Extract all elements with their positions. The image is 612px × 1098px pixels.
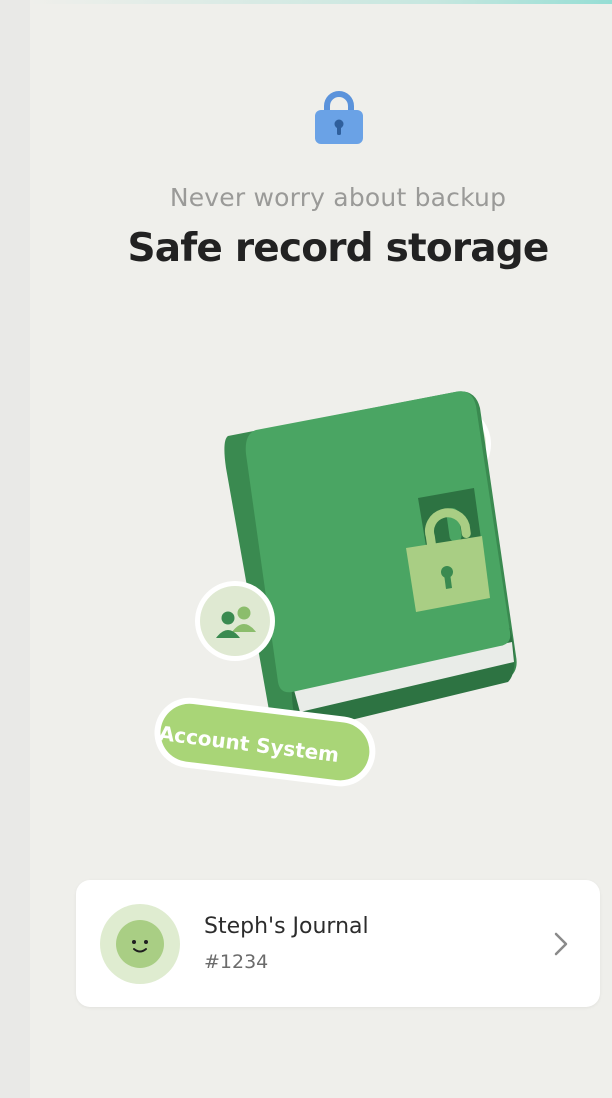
subtitle: Never worry about backup — [169, 183, 507, 212]
page-title: Safe record storage — [127, 226, 549, 271]
people-bubble-left — [195, 581, 275, 661]
journal-card[interactable]: Steph's Journal #1234 — [76, 880, 600, 1007]
left-background-strip — [0, 0, 30, 1098]
journal-name: Steph's Journal — [204, 914, 369, 939]
top-edge-glow — [30, 0, 612, 4]
avatar — [100, 904, 180, 984]
smiley-avatar-icon — [116, 920, 164, 968]
lock-icon — [315, 91, 363, 144]
onboarding-screen: Never worry about backup Safe record sto… — [30, 0, 612, 1098]
journal-id: #1234 — [204, 951, 269, 973]
journal-book — [224, 391, 517, 734]
chevron-right-icon[interactable] — [550, 928, 572, 960]
